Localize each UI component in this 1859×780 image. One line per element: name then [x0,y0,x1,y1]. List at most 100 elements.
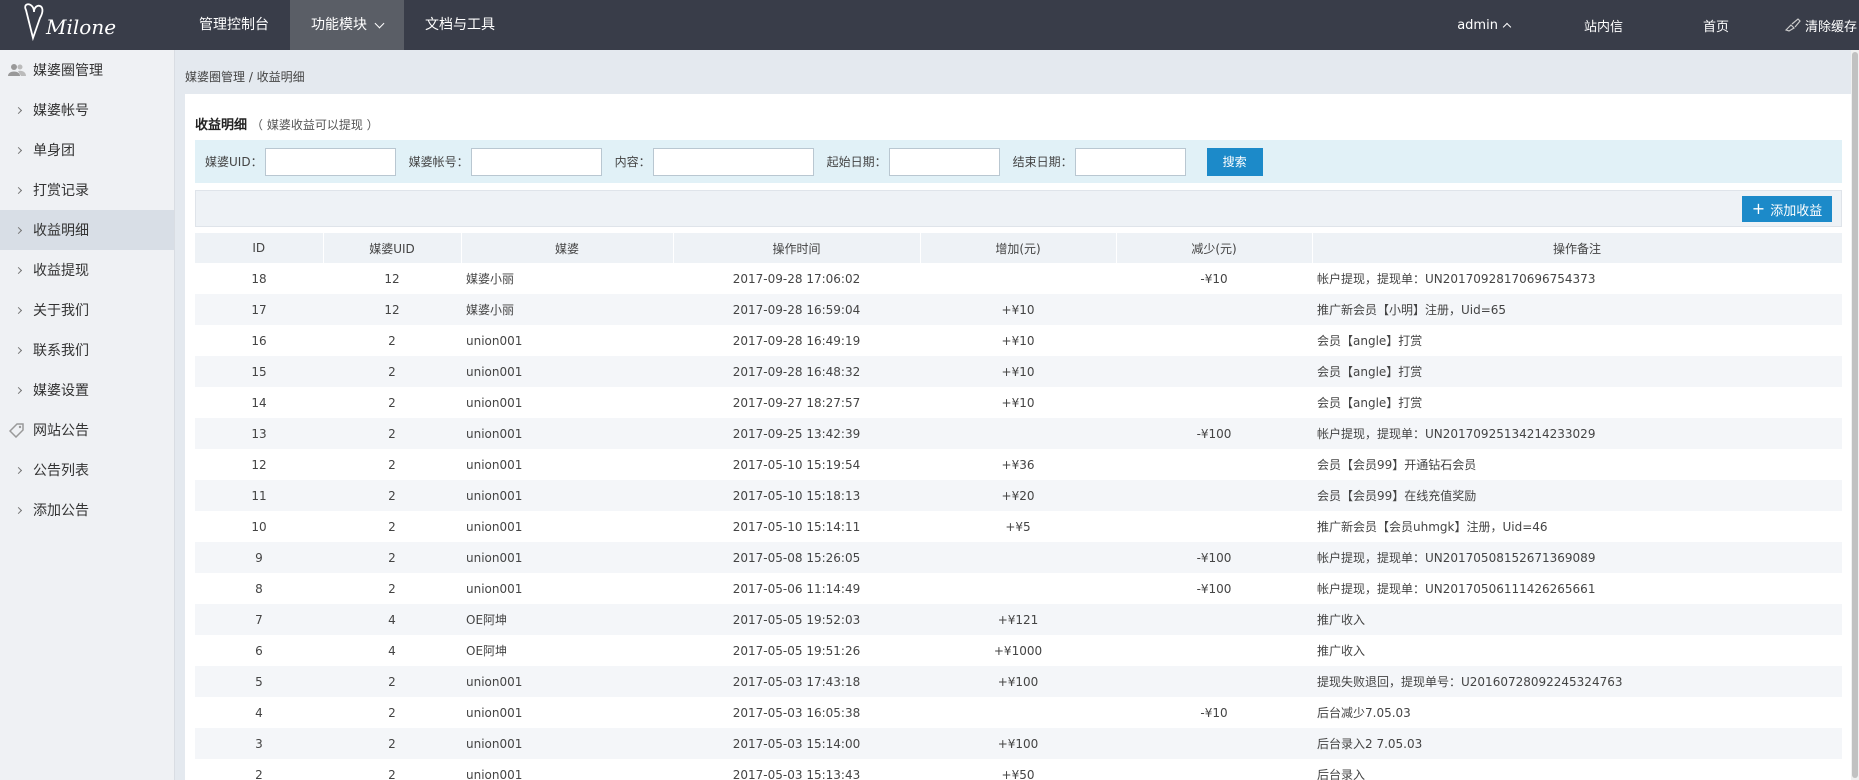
sidebar-item-label: 打赏记录 [33,183,89,199]
cell-matchmaker: OE阿坤 [466,644,508,658]
chevron-right-icon [14,226,23,234]
cell-matchmaker: union001 [461,666,673,697]
col-header-note[interactable]: 操作备注 [1312,233,1843,263]
table-row[interactable]: 11 2 union001 2017-05-10 15:18:13 +¥20 会员【会员9… [195,480,1842,511]
home-label: 首页 [1702,19,1729,35]
sidebar-item-contact-us[interactable]: 联系我们 [0,330,174,370]
sidebar-item-singles-group[interactable]: 单身团 [0,130,174,170]
cell-note: 会员【会员99】开通钻石会员 [1317,458,1477,472]
table-row[interactable]: 13 2 union001 2017-09-25 13:42:39 -¥100 帐户提现，… [195,418,1842,449]
table-row[interactable]: 18 12 媒婆小丽 2017-09-28 17:06:02 -¥10 帐户提现，提现单：… [195,263,1842,294]
cell-uid: 4 [388,643,396,658]
cell-time: 2017-09-28 17:06:02 [732,271,861,286]
table-row[interactable]: 8 2 union001 2017-05-06 11:14:49 -¥100 帐户提现，提… [195,573,1842,604]
cell-uid: 2 [388,767,396,780]
cell-id: 16 [251,333,267,348]
table-row[interactable]: 15 2 union001 2017-09-28 16:48:32 +¥10 会员【ang… [195,356,1842,387]
sidebar-item-announcement-list[interactable]: 公告列表 [0,450,174,490]
table-row[interactable]: 6 4 OE阿坤 2017-05-05 19:51:26 +¥1000 推广收入 [195,635,1842,666]
cell-id: 11 [195,480,323,511]
cell-id: 6 [255,643,263,658]
uid-label: 媒婆UID： [205,155,263,169]
users-icon [8,62,26,78]
uid-input[interactable] [264,147,396,176]
brush-icon [1784,18,1801,32]
content-input[interactable] [652,147,814,176]
chevron-right-icon [14,106,23,114]
sidebar-item-matchmaker-accounts[interactable]: 媒婆帐号 [0,90,174,130]
col-header-uid[interactable]: 媒婆UID [323,233,462,263]
cell-matchmaker: union001 [466,519,523,534]
cell-id: 9 [195,542,323,573]
cell-uid: 2 [388,705,396,720]
col-header-id[interactable]: ID [195,233,324,263]
admin-menu[interactable]: admin [1435,0,1532,50]
main-nav: 管理控制台 功能模块 文档与工具 [178,0,516,50]
clear-cache-label: 清除缓存 [1804,19,1857,35]
cell-increase [920,697,1116,728]
sidebar-item-add-announcement[interactable]: 添加公告 [0,490,174,530]
cell-note: 帐户提现，提现单：UN20170925134214233029 [1312,418,1842,449]
cell-matchmaker: OE阿坤 [461,604,673,635]
table-row[interactable]: 14 2 union001 2017-09-27 18:27:57 +¥10 会员【ang… [195,387,1842,418]
cell-increase: +¥20 [920,480,1116,511]
table-row[interactable]: 5 2 union001 2017-05-03 17:43:18 +¥100 提现失败退回… [195,666,1842,697]
cell-id: 10 [251,519,267,534]
cell-decrease [1116,325,1312,356]
messages-link[interactable]: 站内信 [1562,0,1645,50]
account-input[interactable] [470,147,602,176]
clear-cache-button[interactable]: 清除缓存 [1763,0,1859,50]
cell-matchmaker: union001 [461,356,673,387]
col-header-increase[interactable]: 增加(元) [920,233,1117,263]
cell-time: 2017-05-10 15:19:54 [732,457,861,472]
chevron-right-icon [14,146,23,154]
col-header-matchmaker[interactable]: 媒婆 [461,233,674,263]
sidebar-group-matchmaker[interactable]: 媒婆圈管理 [0,50,174,90]
start-date-input[interactable] [888,147,1000,176]
page-scrollbar[interactable] [1851,50,1859,780]
add-income-button[interactable]: + 添加收益 [1742,196,1832,222]
cell-time: 2017-09-28 16:49:19 [732,333,861,348]
table-header-row: ID 媒婆UID 媒婆 操作时间 增加(元) 减少(元) 操作备注 [195,233,1843,263]
table-row[interactable]: 12 2 union001 2017-05-10 15:19:54 +¥36 会员【会员9… [195,449,1842,480]
sidebar-item-income-withdraw[interactable]: 收益提现 [0,250,174,290]
cell-time: 2017-05-06 11:14:49 [732,581,861,596]
cell-time: 2017-05-08 15:26:05 [673,542,920,573]
nav-modules[interactable]: 功能模块 [290,0,404,50]
table-row[interactable]: 7 4 OE阿坤 2017-05-05 19:52:03 +¥121 推广收入 [195,604,1842,635]
sidebar-item-income-details[interactable]: 收益明细 [0,210,174,250]
cell-increase [920,418,1116,449]
nav-console[interactable]: 管理控制台 [178,0,290,50]
income-table: ID 媒婆UID 媒婆 操作时间 增加(元) 减少(元) 操作备注 18 12 媒婆… [195,233,1843,780]
table-row[interactable]: 2 2 union001 2017-05-03 15:13:43 +¥50 后台录入 [195,759,1842,780]
cell-uid: 12 [384,271,400,286]
search-button[interactable]: 搜索 [1206,147,1263,176]
nav-docs-tools[interactable]: 文档与工具 [404,0,516,50]
col-header-decrease[interactable]: 减少(元) [1116,233,1313,263]
cell-matchmaker: 媒婆小丽 [461,294,673,325]
sidebar-item-tip-records[interactable]: 打赏记录 [0,170,174,210]
sidebar-item-matchmaker-settings[interactable]: 媒婆设置 [0,370,174,410]
sidebar-item-label: 收益提现 [33,263,89,279]
cell-decrease [1116,511,1312,542]
table-row[interactable]: 3 2 union001 2017-05-03 15:14:00 +¥100 后台录入2 … [195,728,1842,759]
milone-logo[interactable]: Milone [20,2,130,48]
cell-uid: 2 [323,356,461,387]
table-row[interactable]: 10 2 union001 2017-05-10 15:14:11 +¥5 推广新会员【会… [195,511,1842,542]
col-header-time[interactable]: 操作时间 [673,233,921,263]
sidebar-item-label: 关于我们 [33,303,89,319]
home-link[interactable]: 首页 [1681,0,1751,50]
sidebar-item-label: 媒婆设置 [33,383,89,399]
end-date-input[interactable] [1074,147,1186,176]
cell-decrease: -¥100 [1116,542,1312,573]
sidebar-item-about-us[interactable]: 关于我们 [0,290,174,330]
table-row[interactable]: 9 2 union001 2017-05-08 15:26:05 -¥100 帐户提现，提… [195,542,1842,573]
nav-console-label: 管理控制台 [199,17,269,33]
sidebar-item-label: 单身团 [33,143,75,159]
table-row[interactable]: 16 2 union001 2017-09-28 16:49:19 +¥10 会员【ang… [195,325,1842,356]
table-row[interactable]: 4 2 union001 2017-05-03 16:05:38 -¥10 后台减少7.0… [195,697,1842,728]
sidebar-item-label: 公告列表 [33,463,89,479]
table-row[interactable]: 17 12 媒婆小丽 2017-09-28 16:59:04 +¥10 推广新会员【小明】… [195,294,1842,325]
sidebar-group-announcements[interactable]: 网站公告 [0,410,174,450]
scrollbar-thumb[interactable] [1852,52,1858,778]
